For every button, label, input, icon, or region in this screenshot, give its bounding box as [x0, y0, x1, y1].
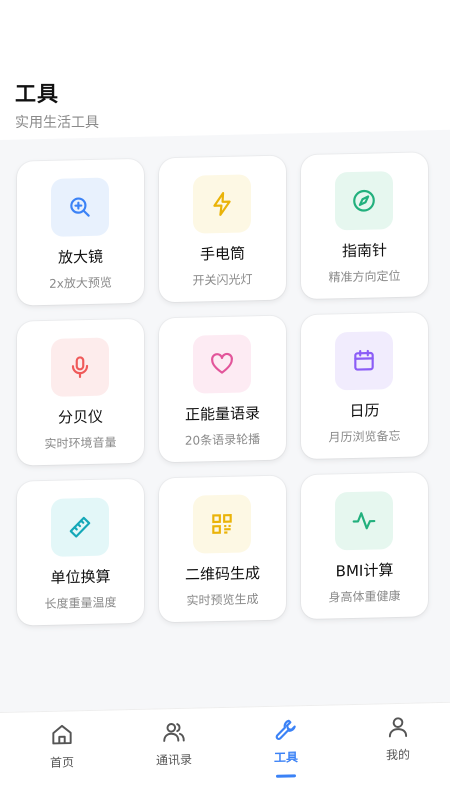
- heart-icon: [211, 352, 233, 374]
- tool-icon-box: [335, 331, 393, 391]
- ruler-icon: [69, 516, 91, 538]
- tool-title: 二维码生成: [184, 564, 260, 584]
- calendar-icon: [354, 349, 374, 371]
- tool-icon-box: [51, 177, 109, 237]
- tool-desc: 20条语录轮播: [184, 432, 261, 448]
- tool-title: 分贝仪: [57, 407, 103, 427]
- tool-card-magnifier[interactable]: 放大镜 2x放大预览: [17, 158, 144, 306]
- tool-grid: 放大镜 2x放大预览 手电筒 开关闪光灯 指南针 精准方向定位 分贝仪 实时环境…: [0, 129, 450, 712]
- tool-title: 日历: [349, 401, 380, 421]
- active-tab-indicator: [276, 774, 296, 778]
- microphone-icon: [71, 356, 89, 379]
- tool-desc: 2x放大预览: [49, 275, 112, 291]
- activity-icon: [352, 512, 376, 530]
- qrcode-icon: [212, 513, 232, 534]
- bottom-tab-bar: 首页 通讯录 工具 我的: [0, 701, 450, 800]
- compass-icon: [353, 189, 375, 212]
- tool-icon-box: [51, 337, 109, 397]
- zoom-in-icon: [70, 197, 90, 217]
- tool-desc: 开关闪光灯: [192, 272, 253, 288]
- tool-title: 放大镜: [57, 247, 103, 267]
- user-icon: [388, 717, 408, 738]
- tool-title: 指南针: [341, 241, 387, 261]
- tool-card-compass[interactable]: 指南针 精准方向定位: [301, 152, 428, 300]
- tool-card-decibel[interactable]: 分贝仪 实时环境音量: [17, 318, 144, 466]
- tool-desc: 月历浏览备忘: [328, 428, 401, 445]
- tool-icon-box: [193, 334, 251, 394]
- lightning-icon: [213, 192, 231, 216]
- tool-card-flashlight[interactable]: 手电筒 开关闪光灯: [159, 155, 286, 303]
- home-icon: [52, 724, 72, 745]
- tool-card-calendar[interactable]: 日历 月历浏览备忘: [301, 312, 428, 460]
- tool-title: 单位换算: [50, 567, 111, 587]
- page-title: 工具: [15, 82, 59, 106]
- tool-card-qrcode[interactable]: 二维码生成 实时预览生成: [159, 475, 286, 623]
- wrench-icon: [275, 719, 296, 740]
- tool-card-quotes[interactable]: 正能量语录 20条语录轮播: [159, 315, 286, 463]
- tab-label: 通讯录: [155, 752, 192, 768]
- tab-label: 首页: [49, 755, 74, 770]
- tool-desc: 实时预览生成: [186, 592, 259, 608]
- tool-desc: 精准方向定位: [328, 268, 401, 285]
- tab-home[interactable]: 首页: [22, 721, 102, 783]
- tool-card-unit-converter[interactable]: 单位换算 长度重量温度: [17, 478, 144, 626]
- tool-title: 手电筒: [199, 244, 245, 264]
- contacts-icon: [163, 723, 185, 742]
- tool-card-bmi[interactable]: BMI计算 身高体重健康: [301, 472, 428, 620]
- tool-icon-box: [193, 494, 251, 554]
- tool-icon-box: [193, 174, 251, 234]
- tab-tools[interactable]: 工具: [246, 716, 326, 778]
- tool-desc: 身高体重健康: [328, 588, 401, 605]
- page-header: 工具 实用生活工具: [0, 0, 450, 140]
- tab-label: 我的: [385, 747, 410, 763]
- tool-title: 正能量语录: [184, 404, 260, 424]
- page-subtitle: 实用生活工具: [15, 115, 99, 131]
- tab-contacts[interactable]: 通讯录: [134, 718, 214, 780]
- tool-icon-box: [51, 497, 109, 557]
- tool-icon-box: [335, 491, 393, 551]
- tool-icon-box: [335, 171, 393, 231]
- tab-label: 工具: [273, 750, 298, 765]
- tool-desc: 长度重量温度: [44, 595, 117, 611]
- tab-profile[interactable]: 我的: [358, 713, 438, 775]
- tool-title: BMI计算: [335, 561, 394, 581]
- tool-desc: 实时环境音量: [44, 435, 117, 451]
